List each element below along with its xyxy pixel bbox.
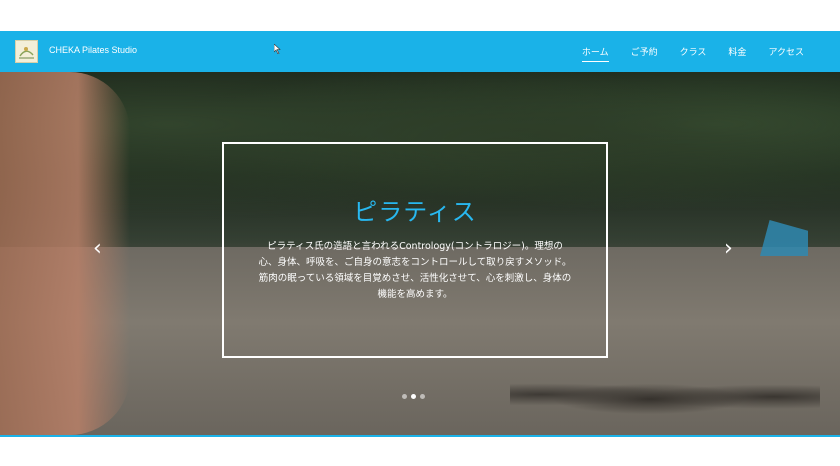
studio-logo-icon[interactable]: [15, 40, 38, 63]
carousel-dot-1[interactable]: [402, 394, 407, 399]
nav-access[interactable]: アクセス: [768, 45, 804, 62]
hero-description: ピラティス氏の造語と言われるContrology(コントラロジー)。理想の心、身…: [258, 239, 572, 303]
hero-bottom-border: [0, 435, 840, 437]
navbar: CHEKA Pilates Studio ホーム ご予約 クラス 料金 アクセス: [0, 31, 840, 72]
beach-rocks-image: [510, 372, 820, 417]
hero-description-line-2: 筋肉の眠っている領域を目覚めさせ、活性化させて、心を刺激し、身体の機能を高めます…: [258, 273, 572, 300]
carousel-dot-2[interactable]: [411, 394, 416, 399]
hero-caption-box: ピラティス ピラティス氏の造語と言われるContrology(コントラロジー)。…: [222, 142, 608, 358]
nav-home[interactable]: ホーム: [581, 45, 609, 62]
nav-class[interactable]: クラス: [680, 45, 707, 62]
brand-name[interactable]: CHEKA Pilates Studio: [49, 45, 137, 55]
foreground-person-image: [0, 72, 130, 435]
nav-price[interactable]: 料金: [728, 45, 746, 62]
top-whitespace: [0, 0, 840, 31]
nav-reservation[interactable]: ご予約: [631, 45, 658, 62]
carousel-dot-3[interactable]: [420, 394, 425, 399]
hero-carousel: ‹ › ピラティス ピラティス氏の造語と言われるContrology(コントラロ…: [0, 72, 840, 435]
carousel-indicators: [402, 394, 425, 399]
carousel-next-icon[interactable]: ›: [724, 238, 733, 260]
carousel-prev-icon[interactable]: ‹: [93, 238, 102, 260]
hero-title: ピラティス: [353, 198, 477, 226]
hero-description-line-1: ピラティス氏の造語と言われるContrology(コントラロジー)。理想の心、身…: [258, 241, 572, 268]
main-nav: ホーム ご予約 クラス 料金 アクセス: [560, 45, 804, 62]
